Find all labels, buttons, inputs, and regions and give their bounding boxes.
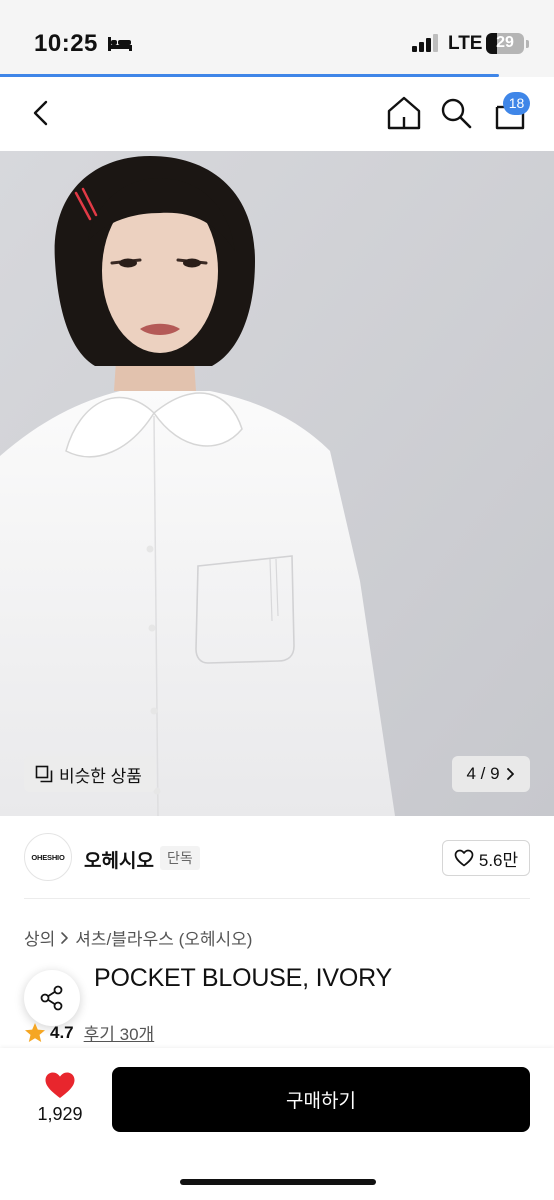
brand-row: OHESHIO 오헤시오 단독 5.6만 xyxy=(0,816,554,899)
exclusive-badge: 단독 xyxy=(160,846,200,870)
battery-icon: 29 xyxy=(486,33,524,54)
home-icon[interactable] xyxy=(384,93,424,133)
brand-name[interactable]: 오헤시오 xyxy=(84,846,154,873)
buy-button[interactable]: 구매하기 xyxy=(112,1067,530,1132)
brand-like-count: 5.6만 xyxy=(478,850,519,870)
brand-like-button[interactable]: 5.6만 xyxy=(442,840,530,876)
heart-outline-icon xyxy=(454,849,474,867)
battery-level: 29 xyxy=(496,34,514,51)
image-page-counter[interactable]: 4 / 9 xyxy=(452,756,530,792)
home-indicator xyxy=(180,1179,376,1185)
product-title: POCKET BLOUSE, IVORY xyxy=(24,964,392,993)
bed-icon xyxy=(108,37,132,51)
similar-products-label: 비슷한 상품 xyxy=(59,766,142,786)
signal-icon xyxy=(412,34,438,52)
similar-products-button[interactable]: 비슷한 상품 xyxy=(24,756,156,792)
heart-filled-icon[interactable] xyxy=(44,1071,76,1099)
product-photo-illustration xyxy=(0,151,554,816)
top-nav-bar xyxy=(0,77,554,151)
breadcrumb: 상의 셔츠/블라우스 (오헤시오) xyxy=(24,925,252,950)
share-button[interactable] xyxy=(24,970,80,1026)
breadcrumb-category[interactable]: 상의 xyxy=(24,925,55,950)
share-icon xyxy=(40,985,63,1011)
star-icon xyxy=(25,1023,45,1042)
network-label: LTE xyxy=(448,33,483,54)
buy-button-label: 구매하기 xyxy=(286,1091,356,1112)
chevron-right-icon xyxy=(61,931,69,944)
rating-row: 4.7 후기 30개 xyxy=(24,1020,154,1045)
product-photo[interactable] xyxy=(0,151,554,816)
brand-logo-text: OHESHIO xyxy=(31,852,65,862)
copy-icon xyxy=(35,765,53,783)
brand-logo[interactable]: OHESHIO xyxy=(24,833,72,881)
breadcrumb-subcategory[interactable]: 셔츠/블라우스 (오헤시오) xyxy=(75,925,252,950)
divider xyxy=(24,898,530,899)
status-time: 10:25 xyxy=(34,30,98,57)
rating-value: 4.7 xyxy=(50,1022,74,1042)
review-count-link[interactable]: 후기 30개 xyxy=(84,1020,155,1045)
chevron-right-icon xyxy=(506,768,514,780)
battery-tip xyxy=(526,40,529,48)
back-icon[interactable] xyxy=(22,93,62,133)
image-page-counter-text: 4 / 9 xyxy=(466,764,500,783)
like-count: 1,929 xyxy=(37,1104,83,1124)
cart-count-badge: 18 xyxy=(503,92,530,115)
status-bar: 10:25 LTE 29 xyxy=(0,0,554,74)
product-title-text: POCKET BLOUSE, IVORY xyxy=(94,964,392,992)
search-icon[interactable] xyxy=(436,93,476,133)
